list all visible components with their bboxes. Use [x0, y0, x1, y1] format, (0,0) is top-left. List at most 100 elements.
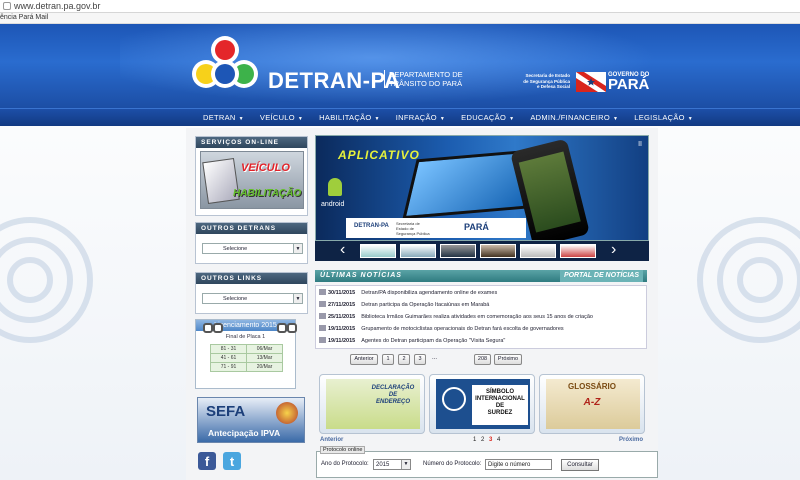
- thumbnail[interactable]: [480, 244, 516, 258]
- favorite-link[interactable]: ência Pará Mail: [0, 14, 48, 21]
- news-item[interactable]: 19/11/2015 Agentes do Detran participam d…: [319, 336, 505, 346]
- outros-links-select[interactable]: Selecione ▼: [202, 293, 303, 304]
- glossario-card[interactable]: GLOSSÁRIO A-Z: [539, 374, 645, 434]
- pager-next-button[interactable]: Próximo: [494, 354, 522, 365]
- servicos-habilitacao-link[interactable]: HABILITAÇÃO: [233, 188, 301, 199]
- due-date: 20/Mar: [246, 362, 283, 372]
- pager-page-button[interactable]: 3: [414, 354, 426, 365]
- news-item[interactable]: 30/11/2015 Detran/PA disponibiliza agenda…: [319, 288, 497, 298]
- footer-sec-line: Segurança Pública: [396, 231, 430, 236]
- seal-icon: [276, 402, 298, 424]
- news-item[interactable]: 25/11/2015 Biblioteca Irmãos Guimarães re…: [319, 312, 593, 322]
- thumbnail[interactable]: [560, 244, 596, 258]
- nav-label: INFRAÇÃO: [395, 113, 437, 122]
- nav-infracao[interactable]: INFRAÇÃO ▼: [388, 109, 453, 127]
- news-text[interactable]: Agentes do Detran participam da Operação…: [361, 338, 505, 344]
- facebook-icon[interactable]: f: [198, 452, 216, 470]
- caret-down-icon: ▼: [687, 116, 694, 122]
- table-row: 41 - 61 13/Mar: [210, 353, 283, 363]
- news-title: ÚLTIMAS NOTÍCIAS: [320, 272, 402, 279]
- nav-detran[interactable]: DETRAN ▼: [195, 109, 252, 127]
- portal-noticias-link[interactable]: PORTAL DE NOTÍCIAS: [559, 270, 643, 282]
- address-bar[interactable]: www.detran.pa.gov.br: [0, 0, 800, 13]
- table-row: 81 - 31 06/Mar: [210, 344, 283, 354]
- table-row: 71 - 91 20/Mar: [210, 362, 283, 372]
- news-icon: [319, 337, 326, 343]
- outros-detrans-select[interactable]: Selecione ▼: [202, 243, 303, 254]
- nav-veiculo[interactable]: VEÍCULO ▼: [252, 109, 311, 127]
- secretaria-text: Secretaria de Estado de Segurança Públic…: [520, 73, 570, 90]
- chevron-left-icon[interactable]: ‹: [340, 242, 345, 258]
- declaracao-endereco-card[interactable]: DECLARAÇÃO DE ENDEREÇO: [319, 374, 425, 434]
- dropdown-arrow-icon[interactable]: ▼: [293, 243, 303, 254]
- twitter-icon[interactable]: t: [223, 452, 241, 470]
- news-text[interactable]: Detran/PA disponibiliza agendamento onli…: [361, 290, 497, 296]
- nav-habilitacao[interactable]: HABILITAÇÃO ▼: [311, 109, 388, 127]
- protocolo-form: Ano do Protocolo: 2015 ▼ Número do Proto…: [316, 451, 658, 478]
- footer-secretaria: Secretaria de Estado de Segurança Públic…: [396, 221, 430, 236]
- news-text[interactable]: Biblioteca Irmãos Guimarães realiza ativ…: [361, 314, 593, 320]
- android-robot-icon: [328, 178, 342, 196]
- banner-title: APLICATIVO: [338, 148, 420, 162]
- due-date: 13/Mar: [246, 353, 283, 363]
- news-header: ÚLTIMAS NOTÍCIAS PORTAL DE NOTÍCIAS: [315, 270, 647, 282]
- card-line: INTERNACIONAL: [475, 396, 525, 402]
- servicos-veiculo-link[interactable]: VEÍCULO: [241, 162, 290, 174]
- plate-range: 41 - 61: [210, 353, 247, 363]
- cards-prev-link[interactable]: Anterior: [320, 437, 343, 443]
- url-text[interactable]: www.detran.pa.gov.br: [14, 1, 100, 11]
- plate-range: 71 - 91: [210, 362, 247, 372]
- dropdown-arrow-icon[interactable]: ▼: [401, 460, 410, 469]
- servicos-title: SERVIÇOS ON-LINE: [196, 137, 307, 148]
- simbolo-surdez-card[interactable]: SÍMBOLO INTERNACIONAL DE SURDEZ: [429, 374, 535, 434]
- card-line: ENDEREÇO: [375, 399, 410, 405]
- pager-page-button[interactable]: 1: [382, 354, 394, 365]
- pager-ellipsis: ...: [432, 355, 438, 361]
- nav-label: EDUCAÇÃO: [461, 113, 507, 122]
- numero-label: Número do Protocolo:: [423, 461, 482, 467]
- dropdown-arrow-icon[interactable]: ▼: [293, 293, 303, 304]
- chevron-right-icon[interactable]: ›: [611, 242, 616, 258]
- main-nav: DETRAN ▼ VEÍCULO ▼ HABILITAÇÃO ▼ INFRAÇÃO ▼ …: [0, 108, 800, 126]
- thumbnail[interactable]: [400, 244, 436, 258]
- cards-page-link[interactable]: 2: [481, 437, 484, 443]
- consultar-button[interactable]: Consultar: [561, 459, 599, 471]
- thumbnail[interactable]: [360, 244, 396, 258]
- ano-select[interactable]: 2015 ▼: [373, 459, 411, 470]
- news-item[interactable]: 19/11/2015 Grupamento de motociclistas op…: [319, 324, 564, 334]
- thumbnail[interactable]: [440, 244, 476, 258]
- card-line: SÍMBOLO: [486, 389, 514, 395]
- pager-last-button[interactable]: 208: [474, 354, 491, 365]
- pager-prev-button[interactable]: Anterior: [350, 354, 378, 365]
- news-date: 19/11/2015: [328, 338, 356, 344]
- binder-ring-icon: [203, 323, 213, 333]
- cards-page-link[interactable]: 1: [473, 437, 476, 443]
- footer-detran: DETRAN-PA: [354, 223, 389, 229]
- licenciamento-subtitle: Final de Placa 1: [225, 334, 266, 340]
- nav-legislacao[interactable]: LEGISLAÇÃO ▼: [626, 109, 701, 127]
- binder-ring-icon: [287, 323, 297, 333]
- sefa-ipva-banner[interactable]: SEFA Antecipação IPVA: [197, 397, 305, 443]
- licenciamento-table: 81 - 31 06/Mar 41 - 61 13/Mar 71 - 91 20/Ma…: [210, 344, 283, 372]
- cards-next-link[interactable]: Próximo: [619, 437, 643, 443]
- news-text[interactable]: Grupamento de motociclistas operacionais…: [361, 326, 563, 332]
- card-subtitle: A-Z: [583, 397, 601, 408]
- news-text[interactable]: Detran participa da Operação Itacaiúnas …: [361, 302, 489, 308]
- favorites-bar: ência Pará Mail: [0, 13, 800, 24]
- numero-input[interactable]: Digite o número: [485, 459, 552, 470]
- banner-thumbnails: ‹ ›: [315, 241, 649, 261]
- pause-icon[interactable]: II: [638, 141, 642, 148]
- cards-page-link-current[interactable]: 3: [489, 437, 492, 443]
- nav-admin-financeiro[interactable]: ADMIN./FINANCEIRO ▼: [522, 109, 626, 127]
- thumbnail[interactable]: [520, 244, 556, 258]
- news-list: 30/11/2015 Detran/PA disponibiliza agenda…: [315, 285, 647, 349]
- cards-page-link[interactable]: 4: [497, 437, 500, 443]
- nav-educacao[interactable]: EDUCAÇÃO ▼: [453, 109, 522, 127]
- servicos-banner[interactable]: VEÍCULO HABILITAÇÃO: [200, 151, 304, 209]
- hero-banner[interactable]: APLICATIVO android DETRAN-PA Secretaria …: [315, 135, 649, 241]
- outros-links-title: OUTROS LINKS: [196, 273, 307, 284]
- detran-traffic-light-logo-icon[interactable]: [190, 34, 260, 94]
- pager-page-button[interactable]: 2: [398, 354, 410, 365]
- brand-name[interactable]: DETRAN-PA: [268, 68, 400, 94]
- news-item[interactable]: 27/11/2015 Detran participa da Operação I…: [319, 300, 489, 310]
